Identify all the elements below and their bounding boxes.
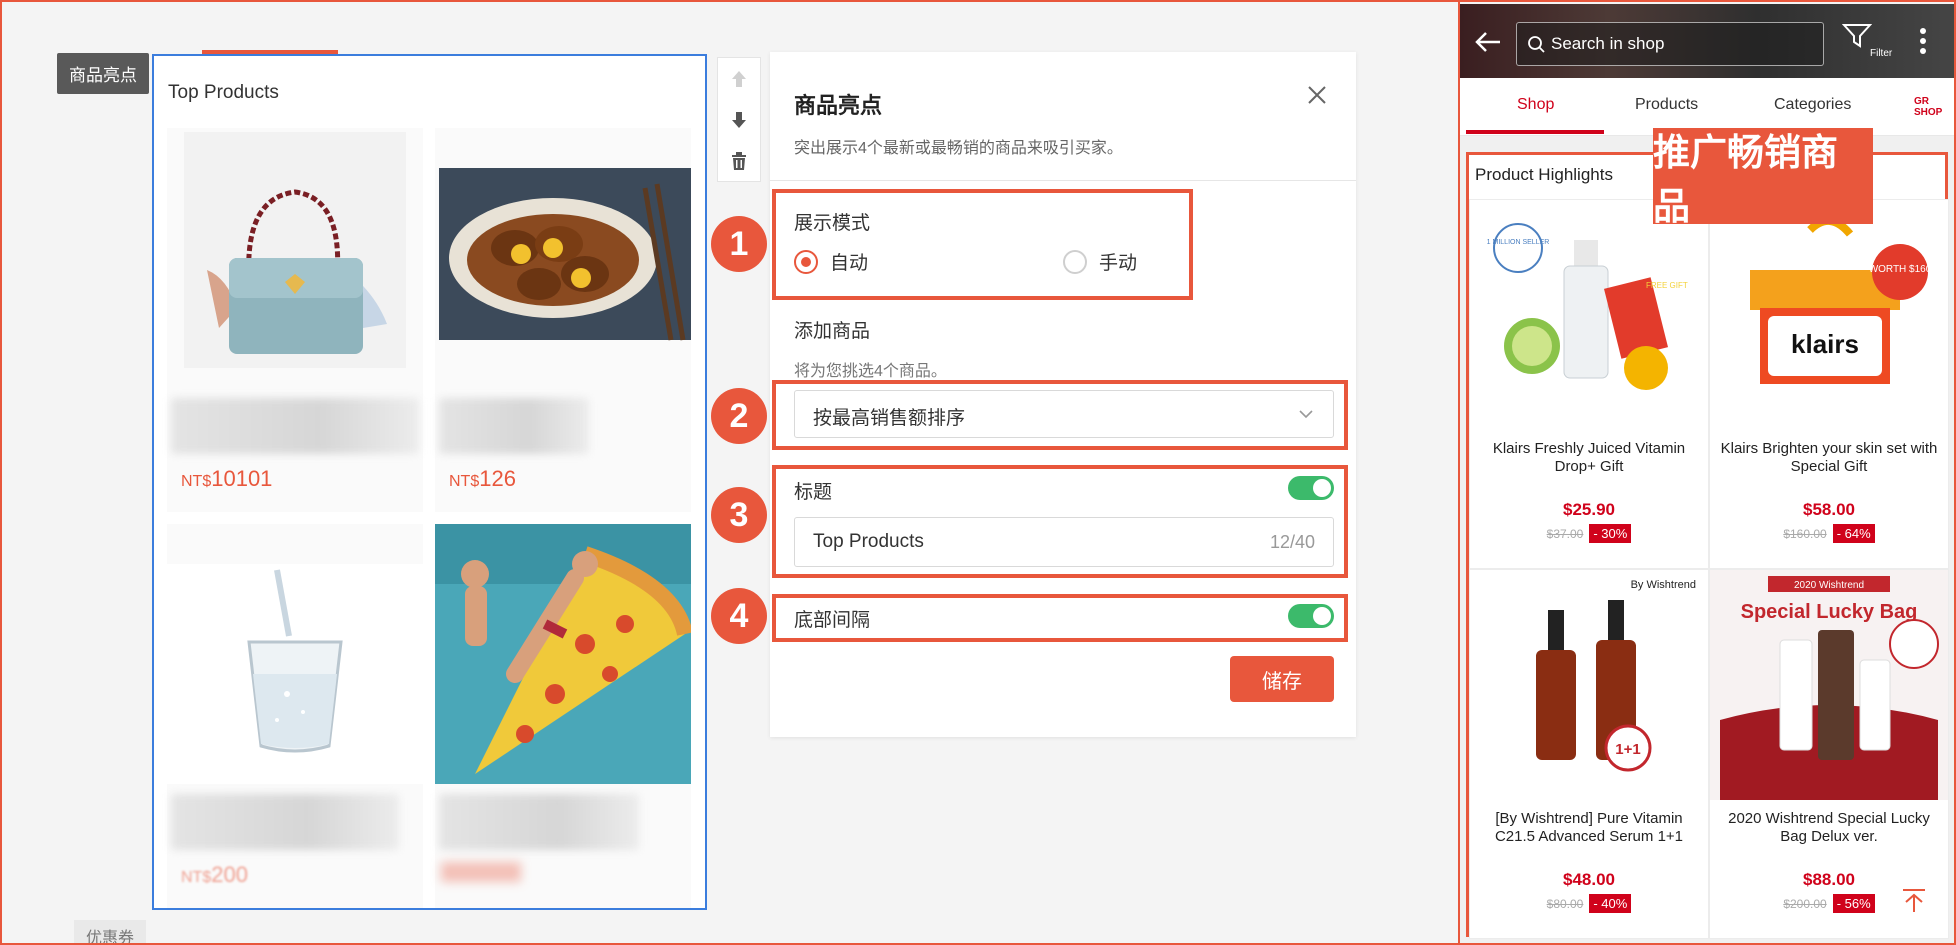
annotation-box-2 (772, 380, 1348, 450)
mobile-shop-preview: Search in shop Filter Shop Products Cate… (1460, 4, 1954, 943)
badge-text: 1 MILLION SELLER (1487, 239, 1550, 246)
product-old-price: $160.00- 64% (1710, 524, 1948, 543)
product-card[interactable]: klairs WORTH $160 Klairs Brighten your s… (1709, 199, 1949, 569)
product-card[interactable] (435, 524, 691, 908)
filter-icon (1841, 24, 1873, 48)
sub-badge-text: 1+1 (1615, 741, 1640, 758)
tab-products[interactable]: Products (1635, 96, 1698, 114)
product-price: $58.00 (1803, 500, 1855, 519)
vitamin-drop-image: 1 MILLION SELLER FREE GIFT (1487, 223, 1688, 390)
blurred-product-name (439, 794, 639, 850)
discount-badge: - 56% (1832, 894, 1875, 913)
blurred-price (441, 862, 521, 882)
sub-badge-text: FREE GIFT (1646, 281, 1688, 290)
promo-label: 推广畅销商品 (1653, 128, 1873, 227)
next-section-tag[interactable]: 优惠券 (74, 920, 147, 943)
panel-title: 商品亮点 (794, 93, 883, 118)
handbag-image (184, 132, 406, 368)
blurred-product-name (439, 398, 589, 454)
more-icon[interactable] (1918, 26, 1928, 56)
shop-search-input[interactable]: Search in shop (1516, 22, 1824, 66)
search-icon (1528, 36, 1545, 53)
product-name: Klairs Freshly Juiced Vitamin Drop+ Gift (1492, 440, 1686, 475)
blurred-product-name (171, 398, 419, 454)
annotation-box-4 (772, 594, 1348, 642)
product-highlights-preview[interactable]: Top Products NT$10101 NT$126 NT$200 (152, 54, 707, 910)
product-card[interactable]: By Wishtrend 1+1 [By Wishtrend] Pure Vit… (1469, 569, 1709, 939)
discount-badge: - 40% (1589, 894, 1632, 913)
annotation-box-1 (772, 189, 1193, 300)
gift-box-image: klairs WORTH $160 (1750, 217, 1932, 384)
screenshot-frame: 商品亮点 Top Products NT$10101 NT$126 NT$200… (0, 0, 1956, 945)
add-products-label: 添加商品 (794, 321, 871, 342)
annotation-number: 3 (711, 487, 767, 543)
product-card[interactable]: NT$200 (167, 524, 423, 908)
product-price: NT$126 (449, 466, 516, 491)
panel-subtitle: 突出展示4个最新或最畅销的商品来吸引买家。 (794, 140, 1123, 157)
annotation-number: 2 (711, 388, 767, 444)
active-tab-indicator (1466, 130, 1604, 134)
move-up-icon[interactable] (718, 58, 760, 99)
tab-shop[interactable]: Shop (1517, 96, 1554, 114)
tab-gr-shop[interactable]: GR SHOP (1914, 96, 1954, 118)
discount-badge: - 30% (1589, 524, 1632, 543)
preview-title: Top Products (168, 82, 279, 103)
back-to-top-icon[interactable] (1899, 886, 1929, 916)
brand-text: klairs (1791, 329, 1859, 359)
save-button[interactable]: 储存 (1230, 656, 1334, 702)
brand-text: By Wishtrend (1631, 579, 1696, 591)
product-card[interactable]: NT$126 (435, 128, 691, 512)
add-products-hint: 将为您挑选4个商品。 (794, 363, 947, 380)
panel-divider (770, 180, 1356, 181)
product-card[interactable]: 1 MILLION SELLER FREE GIFT Klairs Freshl… (1469, 199, 1709, 569)
annotation-box-3 (772, 465, 1348, 578)
tab-categories[interactable]: Categories (1774, 96, 1851, 114)
product-name: Klairs Brighten your skin set with Speci… (1720, 440, 1938, 475)
product-name: [By Wishtrend] Pure Vitamin C21.5 Advanc… (1494, 810, 1684, 845)
blurred-product-name (171, 794, 399, 850)
product-card[interactable]: NT$10101 (167, 128, 423, 512)
move-down-icon[interactable] (718, 99, 760, 140)
badge-text: WORTH $160 (1869, 264, 1932, 275)
section-title: Product Highlights (1475, 165, 1613, 184)
product-price: NT$200 (181, 862, 248, 887)
pizza-pool-float-image (435, 524, 691, 784)
shop-header: Search in shop Filter (1460, 4, 1954, 78)
product-price: NT$10101 (181, 466, 273, 491)
search-placeholder: Search in shop (1551, 34, 1665, 53)
product-price: $25.90 (1563, 500, 1615, 519)
braised-eggs-image (435, 128, 691, 388)
product-old-price: $80.00- 40% (1470, 894, 1708, 913)
product-old-price: $37.00- 30% (1470, 524, 1708, 543)
section-toolbar (717, 57, 761, 182)
filter-label: Filter (1870, 48, 1893, 59)
product-card[interactable]: 2020 Wishtrend Special Lucky Bag 2020 Wi… (1709, 569, 1949, 939)
annotation-number: 4 (711, 588, 767, 644)
product-price: $48.00 (1563, 870, 1615, 889)
lucky-bag-image: 2020 Wishtrend Special Lucky Bag (1710, 570, 1948, 800)
serum-bottles-image: By Wishtrend 1+1 (1536, 579, 1696, 772)
sub-badge-text: Special Lucky Bag (1741, 601, 1918, 623)
badge-text: 2020 Wishtrend (1794, 580, 1864, 591)
section-tag[interactable]: 商品亮点 (57, 53, 149, 94)
annotation-number: 1 (711, 216, 767, 272)
filter-button[interactable]: Filter (1841, 22, 1892, 64)
back-arrow-icon[interactable] (1474, 30, 1502, 54)
trash-icon[interactable] (718, 140, 760, 181)
close-icon[interactable] (1304, 82, 1330, 108)
water-glass-image (167, 564, 423, 784)
product-name: 2020 Wishtrend Special Lucky Bag Delux v… (1728, 810, 1930, 845)
product-highlights-section: Product Highlights 1 MILLION SELLER FREE… (1466, 152, 1949, 939)
discount-badge: - 64% (1832, 524, 1875, 543)
